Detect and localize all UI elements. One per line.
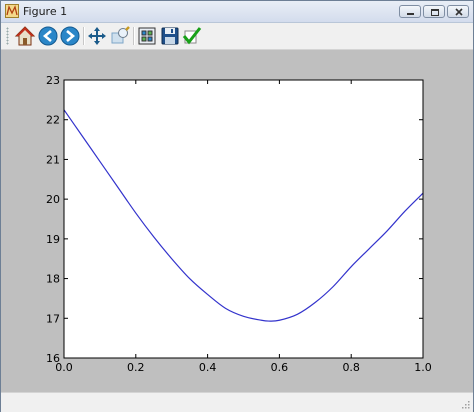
x-tick-label: 1.0: [414, 361, 432, 374]
x-tick-label: 0.4: [199, 361, 217, 374]
toolbar-separator: [133, 27, 135, 45]
toolbar-grip[interactable]: [6, 27, 9, 45]
y-tick-label: 20: [46, 193, 60, 206]
x-tick-label: 0.6: [271, 361, 289, 374]
figure-canvas[interactable]: 0.0 0.2 0.4 0.6 0.8 1.0 16 17 18 19 20 21 22 23: [1, 50, 473, 392]
zoom-button[interactable]: [109, 25, 131, 47]
toolbar-separator: [83, 27, 85, 45]
app-icon: [5, 4, 19, 18]
restore-icon: [431, 9, 439, 16]
y-tick-label: 16: [46, 352, 60, 365]
figure-window: Figure 1 0.0 0.2 0.4 0.6 0.8 1.0 16 17 1…: [0, 0, 474, 412]
forward-arrow-icon: [60, 26, 80, 46]
line-chart[interactable]: 0.0 0.2 0.4 0.6 0.8 1.01617181920212223: [1, 50, 473, 392]
x-tick-label: 0.2: [127, 361, 145, 374]
minimize-icon: [407, 13, 414, 15]
x-tick-label: 0.8: [342, 361, 360, 374]
edit-checkmark-icon: [182, 27, 202, 45]
close-button[interactable]: [447, 5, 469, 18]
forward-button[interactable]: [59, 25, 81, 47]
zoom-icon: [111, 26, 130, 44]
minimize-button[interactable]: [399, 5, 421, 18]
home-icon: [14, 26, 36, 46]
back-arrow-icon: [38, 26, 58, 46]
navigation-toolbar: [1, 23, 473, 50]
y-tick-label: 22: [46, 114, 60, 127]
resize-grip-icon[interactable]: [460, 399, 470, 409]
y-tick-label: 21: [46, 153, 60, 166]
restore-button[interactable]: [423, 5, 445, 18]
title-bar[interactable]: Figure 1: [1, 1, 473, 23]
y-tick-label: 19: [46, 233, 60, 246]
y-tick-label: 18: [46, 273, 60, 286]
y-tick-label: 17: [46, 312, 60, 325]
pan-button[interactable]: [86, 25, 108, 47]
configure-subplots-icon: [138, 27, 156, 45]
window-title: Figure 1: [23, 5, 68, 18]
pan-icon: [88, 27, 106, 45]
save-icon: [161, 27, 179, 45]
close-icon: [455, 8, 463, 16]
status-bar: [1, 392, 473, 412]
y-tick-label: 23: [46, 74, 60, 87]
back-button[interactable]: [37, 25, 59, 47]
home-button[interactable]: [14, 25, 36, 47]
configure-subplots-button[interactable]: [136, 25, 158, 47]
edit-parameters-button[interactable]: [181, 25, 203, 47]
save-button[interactable]: [159, 25, 181, 47]
